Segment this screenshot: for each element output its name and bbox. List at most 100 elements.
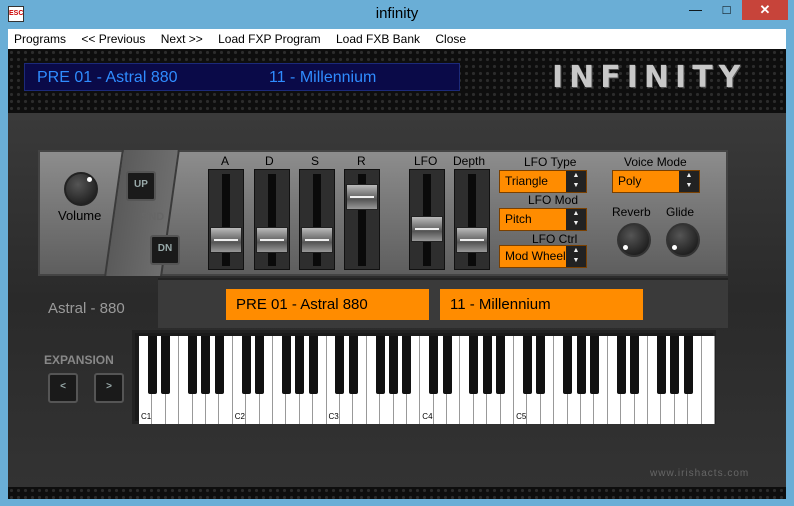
voice-mode-select[interactable]: Poly ▲ ▼ bbox=[612, 170, 700, 193]
title-bar: ESC infinity — □ ✕ bbox=[0, 0, 794, 29]
spin-arrows-icon[interactable]: ▲ ▼ bbox=[566, 246, 586, 267]
menu-load-fxp[interactable]: Load FXP Program bbox=[212, 29, 327, 49]
reverb-label: Reverb bbox=[612, 205, 651, 219]
slider-thumb[interactable] bbox=[256, 227, 288, 254]
reverb-knob[interactable] bbox=[617, 223, 651, 257]
voice-mode-value: Poly bbox=[618, 174, 642, 188]
black-key[interactable] bbox=[589, 336, 599, 394]
black-key[interactable] bbox=[683, 336, 693, 394]
synth-panel: PRE 01 - Astral 880 11 - Millennium INFI… bbox=[8, 49, 786, 499]
octave-label: C1 bbox=[141, 412, 152, 421]
black-key[interactable] bbox=[375, 336, 385, 394]
expansion-prev-button[interactable]: < bbox=[48, 373, 78, 403]
sustain-label: S bbox=[311, 154, 320, 168]
menu-close[interactable]: Close bbox=[429, 29, 472, 49]
black-key[interactable] bbox=[630, 336, 640, 394]
octave-label: C5 bbox=[516, 412, 527, 421]
window-title: infinity bbox=[375, 5, 419, 22]
menu-programs[interactable]: Programs bbox=[8, 29, 72, 49]
minimize-button[interactable]: — bbox=[680, 0, 711, 20]
slider-thumb[interactable] bbox=[346, 184, 378, 211]
black-key[interactable] bbox=[442, 336, 452, 394]
preset-display: PRE 01 - Astral 880 bbox=[226, 289, 429, 320]
black-key[interactable] bbox=[281, 336, 291, 394]
release-label: R bbox=[357, 154, 366, 168]
glide-knob[interactable] bbox=[666, 223, 700, 257]
slider-thumb[interactable] bbox=[301, 227, 333, 254]
piano-keyboard: C1 C2 C3 C4 C5 bbox=[132, 330, 716, 424]
release-slider[interactable] bbox=[344, 169, 380, 270]
expansion-next-button[interactable]: > bbox=[94, 373, 124, 403]
lfo-type-select[interactable]: Triangle ▲ ▼ bbox=[499, 170, 587, 193]
black-key[interactable] bbox=[308, 336, 318, 394]
spin-arrows-icon[interactable]: ▲ ▼ bbox=[679, 171, 699, 192]
website-credit: www.irishacts.com bbox=[650, 468, 750, 479]
octave-label: C4 bbox=[422, 412, 433, 421]
menu-previous[interactable]: << Previous bbox=[75, 29, 151, 49]
black-key[interactable] bbox=[616, 336, 626, 394]
attack-slider[interactable] bbox=[208, 169, 244, 270]
black-key[interactable] bbox=[656, 336, 666, 394]
spin-arrows-icon[interactable]: ▲ ▼ bbox=[566, 171, 586, 192]
octave-label: C3 bbox=[328, 412, 339, 421]
lfo-ctrl-label: LFO Ctrl bbox=[532, 232, 578, 246]
black-key[interactable] bbox=[201, 336, 211, 394]
black-key[interactable] bbox=[482, 336, 492, 394]
menu-next[interactable]: Next >> bbox=[155, 29, 209, 49]
black-key[interactable] bbox=[241, 336, 251, 394]
close-button[interactable]: ✕ bbox=[742, 0, 788, 20]
decay-label: D bbox=[265, 154, 274, 168]
glide-label: Glide bbox=[666, 205, 695, 219]
decay-slider[interactable] bbox=[254, 169, 290, 270]
volume-label: Volume bbox=[58, 208, 102, 223]
lfo-ctrl-select[interactable]: Mod Wheel ▲ ▼ bbox=[499, 245, 587, 268]
sound-down-button[interactable]: DN bbox=[150, 235, 180, 265]
app-window: ESC infinity — □ ✕ Programs << Previous … bbox=[0, 0, 794, 506]
black-key[interactable] bbox=[389, 336, 398, 394]
spin-arrows-icon[interactable]: ▲ ▼ bbox=[566, 209, 586, 230]
black-key[interactable] bbox=[563, 336, 573, 394]
lfo-rate-slider[interactable] bbox=[409, 169, 445, 270]
expansion-label: EXPANSION bbox=[44, 353, 114, 367]
black-key[interactable] bbox=[536, 336, 546, 394]
black-key[interactable] bbox=[670, 336, 680, 394]
black-key[interactable] bbox=[188, 336, 198, 394]
lfo-depth-slider[interactable] bbox=[454, 169, 490, 270]
black-key[interactable] bbox=[402, 336, 412, 394]
black-key[interactable] bbox=[335, 336, 345, 394]
piano-keys: C1 C2 C3 C4 C5 bbox=[139, 336, 715, 424]
black-key[interactable] bbox=[348, 336, 358, 394]
sustain-slider[interactable] bbox=[299, 169, 335, 270]
slider-thumb[interactable] bbox=[210, 227, 242, 254]
infinity-logo: INFINITY bbox=[552, 60, 747, 95]
white-key[interactable] bbox=[701, 336, 715, 424]
sound-up-button[interactable]: UP bbox=[126, 171, 156, 201]
lcd-bank-name: 11 - Millennium bbox=[269, 69, 377, 86]
black-key[interactable] bbox=[576, 336, 586, 394]
black-key[interactable] bbox=[429, 336, 439, 394]
menu-load-fxb[interactable]: Load FXB Bank bbox=[330, 29, 426, 49]
black-key[interactable] bbox=[255, 336, 265, 394]
lfo-mod-value: Pitch bbox=[505, 212, 532, 226]
black-key[interactable] bbox=[161, 336, 171, 394]
voice-mode-label: Voice Mode bbox=[624, 155, 687, 169]
black-key[interactable] bbox=[214, 336, 224, 394]
lfo-mod-select[interactable]: Pitch ▲ ▼ bbox=[499, 208, 587, 231]
snd-label: SND bbox=[141, 211, 165, 223]
lfo-rate-label: LFO bbox=[414, 154, 438, 168]
black-key[interactable] bbox=[469, 336, 479, 394]
lfo-mod-label: LFO Mod bbox=[528, 193, 579, 207]
black-key[interactable] bbox=[496, 336, 506, 394]
slider-thumb[interactable] bbox=[456, 227, 488, 254]
lfo-depth-label: Depth bbox=[453, 154, 486, 168]
patch-name: Astral - 880 bbox=[48, 300, 125, 317]
black-key[interactable] bbox=[295, 336, 305, 394]
lcd-preset-name: PRE 01 - Astral 880 bbox=[37, 69, 178, 86]
black-key[interactable] bbox=[147, 336, 157, 394]
lfo-ctrl-value: Mod Wheel bbox=[505, 249, 566, 263]
attack-label: A bbox=[221, 154, 230, 168]
maximize-button[interactable]: □ bbox=[711, 0, 742, 20]
slider-thumb[interactable] bbox=[411, 216, 443, 243]
black-key[interactable] bbox=[522, 336, 532, 394]
volume-knob[interactable] bbox=[64, 172, 98, 206]
